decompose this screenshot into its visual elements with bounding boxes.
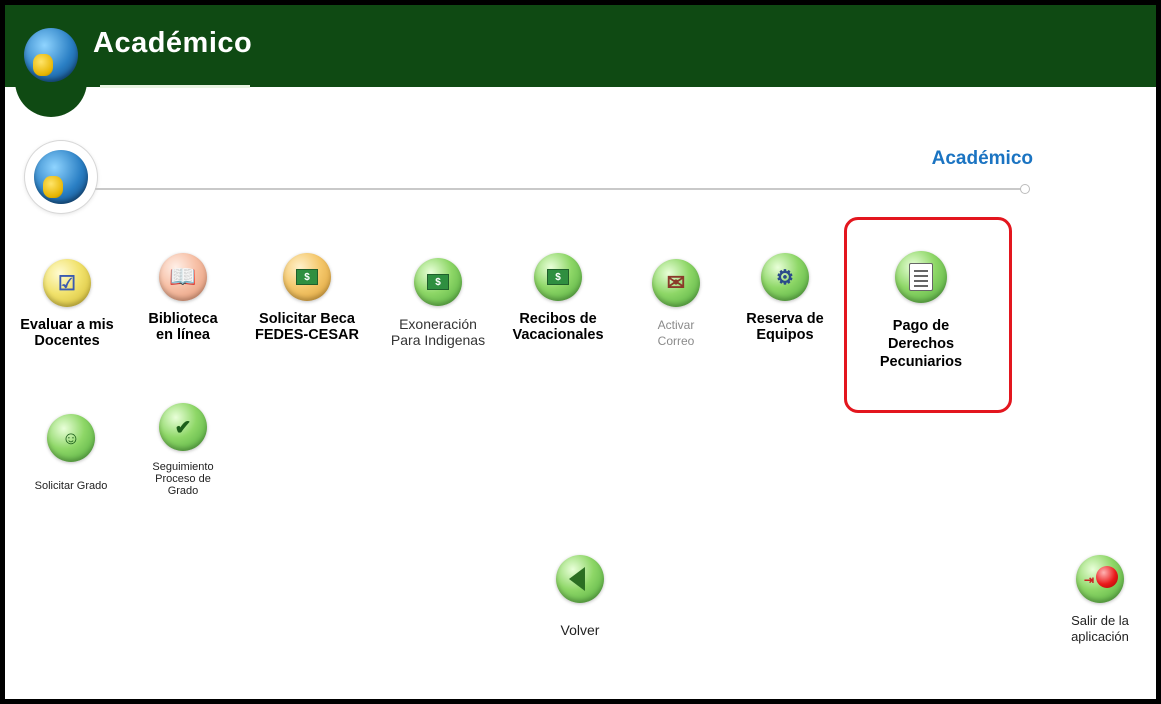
checklist-icon: ☑ [43, 259, 91, 307]
exit-label: Salir de la aplicación [1071, 613, 1129, 644]
app-exoneracion-indigenas[interactable]: $ Exoneración Para Indigenas [380, 258, 496, 348]
receipt-money-icon: $ [534, 253, 582, 301]
app-biblioteca-en-linea[interactable]: 📖 Biblioteca en línea [125, 253, 241, 343]
divider-endcap [1020, 184, 1030, 194]
section-title[interactable]: Académico [932, 148, 1033, 170]
graduate-cursor-icon: ☺ [47, 414, 95, 462]
back-arrow-icon [556, 555, 604, 603]
app-reserva-equipos[interactable]: ⚙ Reserva de Equipos [727, 253, 843, 343]
book-globe-icon [34, 150, 88, 204]
app-window: Académico Académico ☑ Evaluar a mis Docen… [0, 0, 1161, 704]
app-seguimiento-grado[interactable]: ✔ Seguimiento Proceso de Grado [125, 403, 241, 497]
app-label: Activar Correo [657, 318, 695, 348]
app-label: Solicitar Beca FEDES-CESAR [255, 311, 359, 343]
app-label: Biblioteca en línea [148, 311, 218, 343]
app-solicitar-grado[interactable]: ☺ Solicitar Grado [13, 414, 129, 492]
app-label: Evaluar a mis Docentes [20, 317, 114, 349]
highlight-outline [844, 217, 1012, 413]
section-header: Académico [23, 133, 1033, 213]
exit-button[interactable]: ⇥ Salir de la aplicación [1055, 555, 1145, 645]
app-evaluar-docentes[interactable]: ☑ Evaluar a mis Docentes [9, 259, 125, 349]
back-label: Volver [560, 622, 600, 638]
app-label: Reserva de Equipos [746, 311, 824, 343]
header-bar: Académico [5, 5, 1156, 88]
app-solicitar-beca[interactable]: $ Solicitar Beca FEDES-CESAR [249, 253, 365, 343]
app-label: Seguimiento Proceso de Grado [152, 461, 214, 497]
app-label: Recibos de Vacacionales [512, 311, 604, 343]
app-recibos-vacacionales[interactable]: $ Recibos de Vacacionales [500, 253, 616, 343]
header-title: Académico [93, 27, 253, 59]
coins-money-icon: $ [414, 258, 462, 306]
header-underline [100, 85, 250, 88]
open-book-icon: 📖 [159, 253, 207, 301]
scholarship-money-icon: $ [283, 253, 331, 301]
exit-door-icon: ⇥ [1076, 555, 1124, 603]
back-button[interactable]: Volver [550, 555, 610, 638]
app-activar-correo[interactable]: ✉ Activar Correo [618, 259, 734, 349]
mailbox-icon: ✉ [652, 259, 700, 307]
app-label: Exoneración Para Indigenas [390, 316, 486, 348]
section-divider [95, 188, 1025, 190]
graduate-check-icon: ✔ [159, 403, 207, 451]
section-logo [25, 141, 97, 213]
app-label: Solicitar Grado [34, 480, 108, 492]
equipment-reservation-icon: ⚙ [761, 253, 809, 301]
book-globe-icon [24, 28, 78, 82]
